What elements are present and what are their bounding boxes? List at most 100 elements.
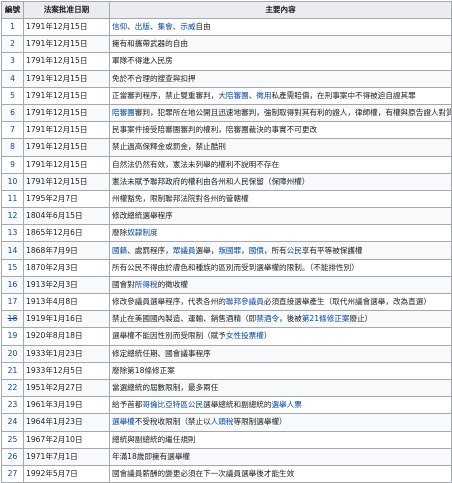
- main-content: 軍隊不得進入民房: [109, 52, 452, 71]
- header-num[interactable]: 編號: [1, 1, 24, 19]
- table-row: 5 1791年12月15日 正當審判程序，禁止雙重審判，大陪審團、徵用私產需賠償，在…: [1, 86, 452, 105]
- content-link[interactable]: 禁酒令: [256, 314, 279, 323]
- content-link[interactable]: 眾議員: [173, 246, 196, 255]
- table-row: 13 1865年12月6日 廢除奴隸制度: [1, 224, 452, 243]
- main-content: 選舉權不能因性別而受限制（賦予女性投票權）: [109, 327, 452, 346]
- content-link[interactable]: 人頭稅: [211, 417, 234, 426]
- content-link[interactable]: 所得稅: [135, 280, 158, 289]
- approval-date: 1933年12月5日: [23, 361, 110, 380]
- table-row: 3 1791年12月15日 軍隊不得進入民房: [1, 52, 452, 71]
- approval-date: 1919年1月16日: [23, 310, 110, 329]
- content-link[interactable]: 大陪審團: [218, 91, 248, 100]
- row-number-link[interactable]: 19: [1, 327, 24, 346]
- content-link[interactable]: 國籍: [112, 246, 127, 255]
- content-text: 等限制選舉權）: [233, 417, 287, 427]
- row-number-link[interactable]: 6: [1, 103, 24, 123]
- row-number-link[interactable]: 13: [1, 224, 24, 243]
- content-text: 當選總統的屆數限制，最多兩任: [112, 383, 219, 393]
- main-content: 總統與副總統的繼任規則: [109, 430, 452, 449]
- table-row: 7 1791年12月15日 民事案件接受陪審團審判的權利，陪審團裁決的事實不可更改: [1, 121, 452, 140]
- table-row: 22 1951年2月27日 當選總統的屆數限制，最多兩任: [1, 378, 452, 398]
- row-number-link[interactable]: 5: [1, 86, 24, 105]
- row-number-link[interactable]: 23: [1, 396, 24, 415]
- content-link[interactable]: 聯邦參議員: [226, 297, 264, 306]
- main-content: 所有公民不得由於膚色和種族的區別而受到選舉權的限制。（不能排性別）: [109, 258, 452, 277]
- approval-date: 1804年6月15日: [23, 207, 110, 226]
- content-link[interactable]: 集會: [158, 22, 173, 31]
- row-number-link[interactable]: 15: [1, 258, 24, 277]
- table-row: 20 1933年1月23日 修定總統任期、國會議事程序: [1, 344, 452, 363]
- main-content: 免於不合理的搜查與扣押: [109, 69, 452, 88]
- row-number-link[interactable]: 12: [1, 207, 24, 226]
- row-number-link[interactable]: 21: [1, 361, 24, 380]
- row-number-link[interactable]: 1: [1, 17, 24, 37]
- approval-date: 1967年2月10日: [23, 430, 110, 449]
- approval-date: 1870年2月3日: [23, 258, 110, 277]
- approval-date: 1961年3月19日: [23, 396, 110, 415]
- row-number-link[interactable]: 9: [1, 155, 24, 174]
- header-row: 編號 法案批准日期 主要內容: [1, 1, 452, 19]
- approval-date: 1795年2月7日: [23, 189, 110, 209]
- row-number-link[interactable]: 14: [1, 241, 24, 260]
- approval-date: 1791年12月15日: [23, 103, 110, 123]
- content-link[interactable]: 公民: [287, 246, 302, 255]
- table-row: 27 1992年5月7日 國會議員薪酬的變更必須在下一次議員選舉後才能生效: [1, 464, 452, 483]
- row-number-link[interactable]: 17: [1, 292, 24, 312]
- row-number-link[interactable]: 11: [1, 189, 24, 209]
- table-body: 1 1791年12月15日 信仰、出版、集會、示威自由 2 1791年12月15日 擁有和…: [1, 17, 452, 483]
- content-link[interactable]: 第21條修正案: [302, 314, 350, 323]
- content-text: 民事案件接受陪審團審判的權利，陪審團裁決的事實不可更改: [112, 125, 318, 135]
- row-number-link[interactable]: 7: [1, 121, 24, 140]
- content-link[interactable]: 選舉權: [112, 417, 135, 426]
- content-text: 選舉權不能因性別而受限制（賦予: [112, 331, 226, 341]
- content-link[interactable]: 選舉人票: [271, 400, 301, 409]
- content-text: 州權豁免，限制聯邦法院對各州的管轄權: [112, 193, 249, 203]
- row-number-link[interactable]: 10: [1, 172, 24, 191]
- main-content: 當選總統的屆數限制，最多兩任: [109, 378, 452, 398]
- main-content: 民事案件接受陪審團審判的權利，陪審團裁決的事實不可更改: [109, 121, 452, 140]
- row-number-link[interactable]: 2: [1, 35, 24, 54]
- main-content: 禁止過高保釋金或罰金，禁止酷刑: [109, 138, 452, 157]
- table-row: 14 1868年7月9日 國籍、處罰程序，眾議員選舉，叛國罪，國債，所有公民享有平等…: [1, 241, 452, 260]
- approval-date: 1868年7月9日: [23, 241, 110, 260]
- content-link[interactable]: 女性投票權: [226, 331, 264, 340]
- table-row: 4 1791年12月15日 免於不合理的搜查與扣押: [1, 69, 452, 88]
- approval-date: 1791年12月15日: [23, 69, 110, 88]
- table-row: 18 1919年1月16日 禁止在美國國內製造、運輸、銷售酒精（即禁酒令，後被第21…: [1, 310, 452, 329]
- row-number-link[interactable]: 3: [1, 52, 24, 71]
- content-text: 擁有和攜帶武器的自由: [112, 39, 188, 49]
- content-text: 禁止過高保釋金或罰金，禁止酷刑: [112, 142, 226, 152]
- table-row: 9 1791年12月15日 自然法仍然有效，憲法未列舉的權利不說明不存在: [1, 155, 452, 174]
- table-row: 1 1791年12月15日 信仰、出版、集會、示威自由: [1, 17, 452, 37]
- header-content[interactable]: 主要內容: [109, 1, 452, 19]
- content-text: ，: [241, 245, 249, 255]
- content-link[interactable]: 哥倫比亞特區公民: [142, 400, 203, 409]
- header-date[interactable]: 法案批准日期: [23, 1, 110, 19]
- approval-date: 1791年12月15日: [23, 52, 110, 71]
- content-text: 修改總統選舉程序: [112, 211, 173, 221]
- content-link[interactable]: 國債: [249, 246, 264, 255]
- row-number-link[interactable]: 8: [1, 138, 24, 157]
- main-content: 擁有和攜帶武器的自由: [109, 35, 452, 54]
- main-content: 廢除奴隸制度: [109, 224, 452, 243]
- main-content: 國會對所得稅的徵收權: [109, 275, 452, 295]
- row-number-link[interactable]: 20: [1, 344, 24, 363]
- row-number-link[interactable]: 25: [1, 430, 24, 449]
- row-number-link[interactable]: 18: [1, 310, 24, 329]
- approval-date: 1964年1月23日: [23, 413, 110, 432]
- table-row: 8 1791年12月15日 禁止過高保釋金或罰金，禁止酷刑: [1, 138, 452, 157]
- content-link[interactable]: 徵用: [256, 91, 271, 100]
- row-number-link[interactable]: 4: [1, 69, 24, 88]
- row-number-link[interactable]: 24: [1, 413, 24, 432]
- content-link[interactable]: 奴隸制度: [127, 228, 157, 237]
- content-link[interactable]: 信仰: [112, 22, 127, 31]
- row-number-link[interactable]: 22: [1, 378, 24, 398]
- content-link[interactable]: 出版: [135, 22, 150, 31]
- row-number-link[interactable]: 26: [1, 447, 24, 466]
- row-number-link[interactable]: 27: [1, 464, 24, 483]
- row-number-link[interactable]: 16: [1, 275, 24, 295]
- content-text: ，後被: [279, 314, 302, 324]
- content-link[interactable]: 示威: [180, 22, 195, 31]
- content-link[interactable]: 叛國罪: [218, 246, 241, 255]
- content-link[interactable]: 陪審團: [112, 108, 135, 117]
